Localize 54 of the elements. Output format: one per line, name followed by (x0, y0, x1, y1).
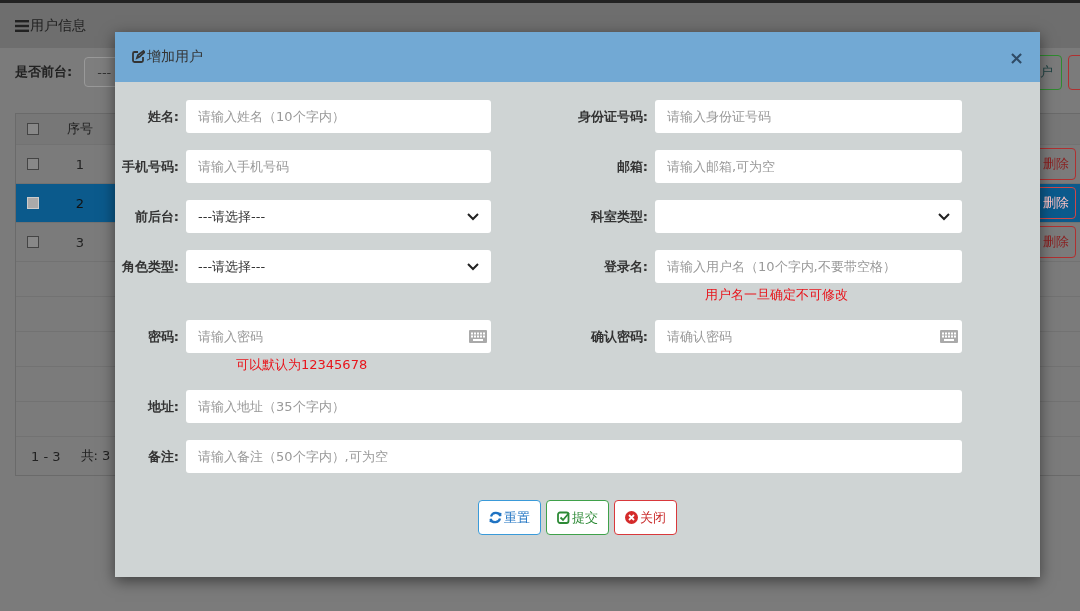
field-label: 地址: (146, 398, 180, 416)
submit-button[interactable]: 提交 (546, 500, 609, 535)
input-field[interactable]: 请输入邮箱,可为空 (655, 150, 962, 183)
field-label: 密码: (146, 328, 180, 346)
page-title: 用户信息 (30, 16, 86, 35)
close-circle-icon (625, 511, 638, 524)
field-label: 身份证号码: (576, 108, 649, 126)
select-field[interactable]: ---请选择--- (186, 250, 491, 283)
field-label: 手机号码: (120, 158, 180, 176)
input-field[interactable]: 请输入姓名（10个字内） (186, 100, 491, 133)
row-checkbox[interactable] (27, 236, 39, 248)
field-label: 角色类型: (120, 258, 180, 276)
field-label: 备注: (146, 448, 180, 466)
close-button[interactable]: × (1008, 46, 1024, 68)
reset-button[interactable]: 重置 (478, 500, 541, 535)
input-field[interactable]: 请输入备注（50个字内）,可为空 (186, 440, 962, 473)
edit-icon (131, 50, 145, 64)
field-label: 前后台: (133, 208, 180, 226)
input-field[interactable]: 请输入用户名（10个字内,不要带空格） (655, 250, 962, 283)
input-field[interactable]: 请输入身份证号码 (655, 100, 962, 133)
field-label: 确认密码: (589, 328, 649, 346)
column-header: 序号 (66, 120, 94, 138)
refresh-icon (489, 511, 502, 524)
menu-icon (15, 19, 29, 32)
close-button[interactable]: 关闭 (614, 500, 677, 535)
chevron-down-icon (467, 212, 479, 221)
field-label: 邮箱: (615, 158, 649, 176)
dialog-title: 增加用户 (147, 48, 203, 66)
input-field[interactable]: 请输入手机号码 (186, 150, 491, 183)
checkbox-icon (557, 511, 570, 524)
select-field[interactable] (655, 200, 962, 233)
row-checkbox[interactable] (27, 158, 39, 170)
page-range: 1 - 3 (31, 448, 61, 464)
table-cell-text: 1 (74, 156, 86, 172)
input-field[interactable]: 请确认密码 (655, 320, 962, 353)
chevron-down-icon (938, 212, 950, 221)
select-field[interactable]: ---请选择--- (186, 200, 491, 233)
select-value: ---请选择--- (198, 207, 266, 226)
chevron-down-icon (467, 262, 479, 271)
filter-label: 是否前台: (15, 63, 73, 81)
total-count: 共: 3 (80, 447, 111, 465)
field-label: 科室类型: (589, 208, 649, 226)
table-cell-text: 3 (74, 234, 86, 250)
input-field[interactable]: 请输入密码 (186, 320, 491, 353)
field-label: 姓名: (146, 108, 180, 126)
select-value: ---请选择--- (198, 257, 266, 276)
keyboard-icon (469, 330, 487, 343)
table-cell-text: 2 (74, 195, 86, 211)
hint-text: 可以默认为12345678 (235, 357, 369, 373)
select-all-checkbox[interactable] (27, 123, 39, 135)
keyboard-icon (940, 330, 958, 343)
field-label: 登录名: (602, 258, 649, 276)
hint-text: 用户名一旦确定不可修改 (704, 287, 849, 303)
input-field[interactable]: 请输入地址（35个字内） (186, 390, 962, 423)
